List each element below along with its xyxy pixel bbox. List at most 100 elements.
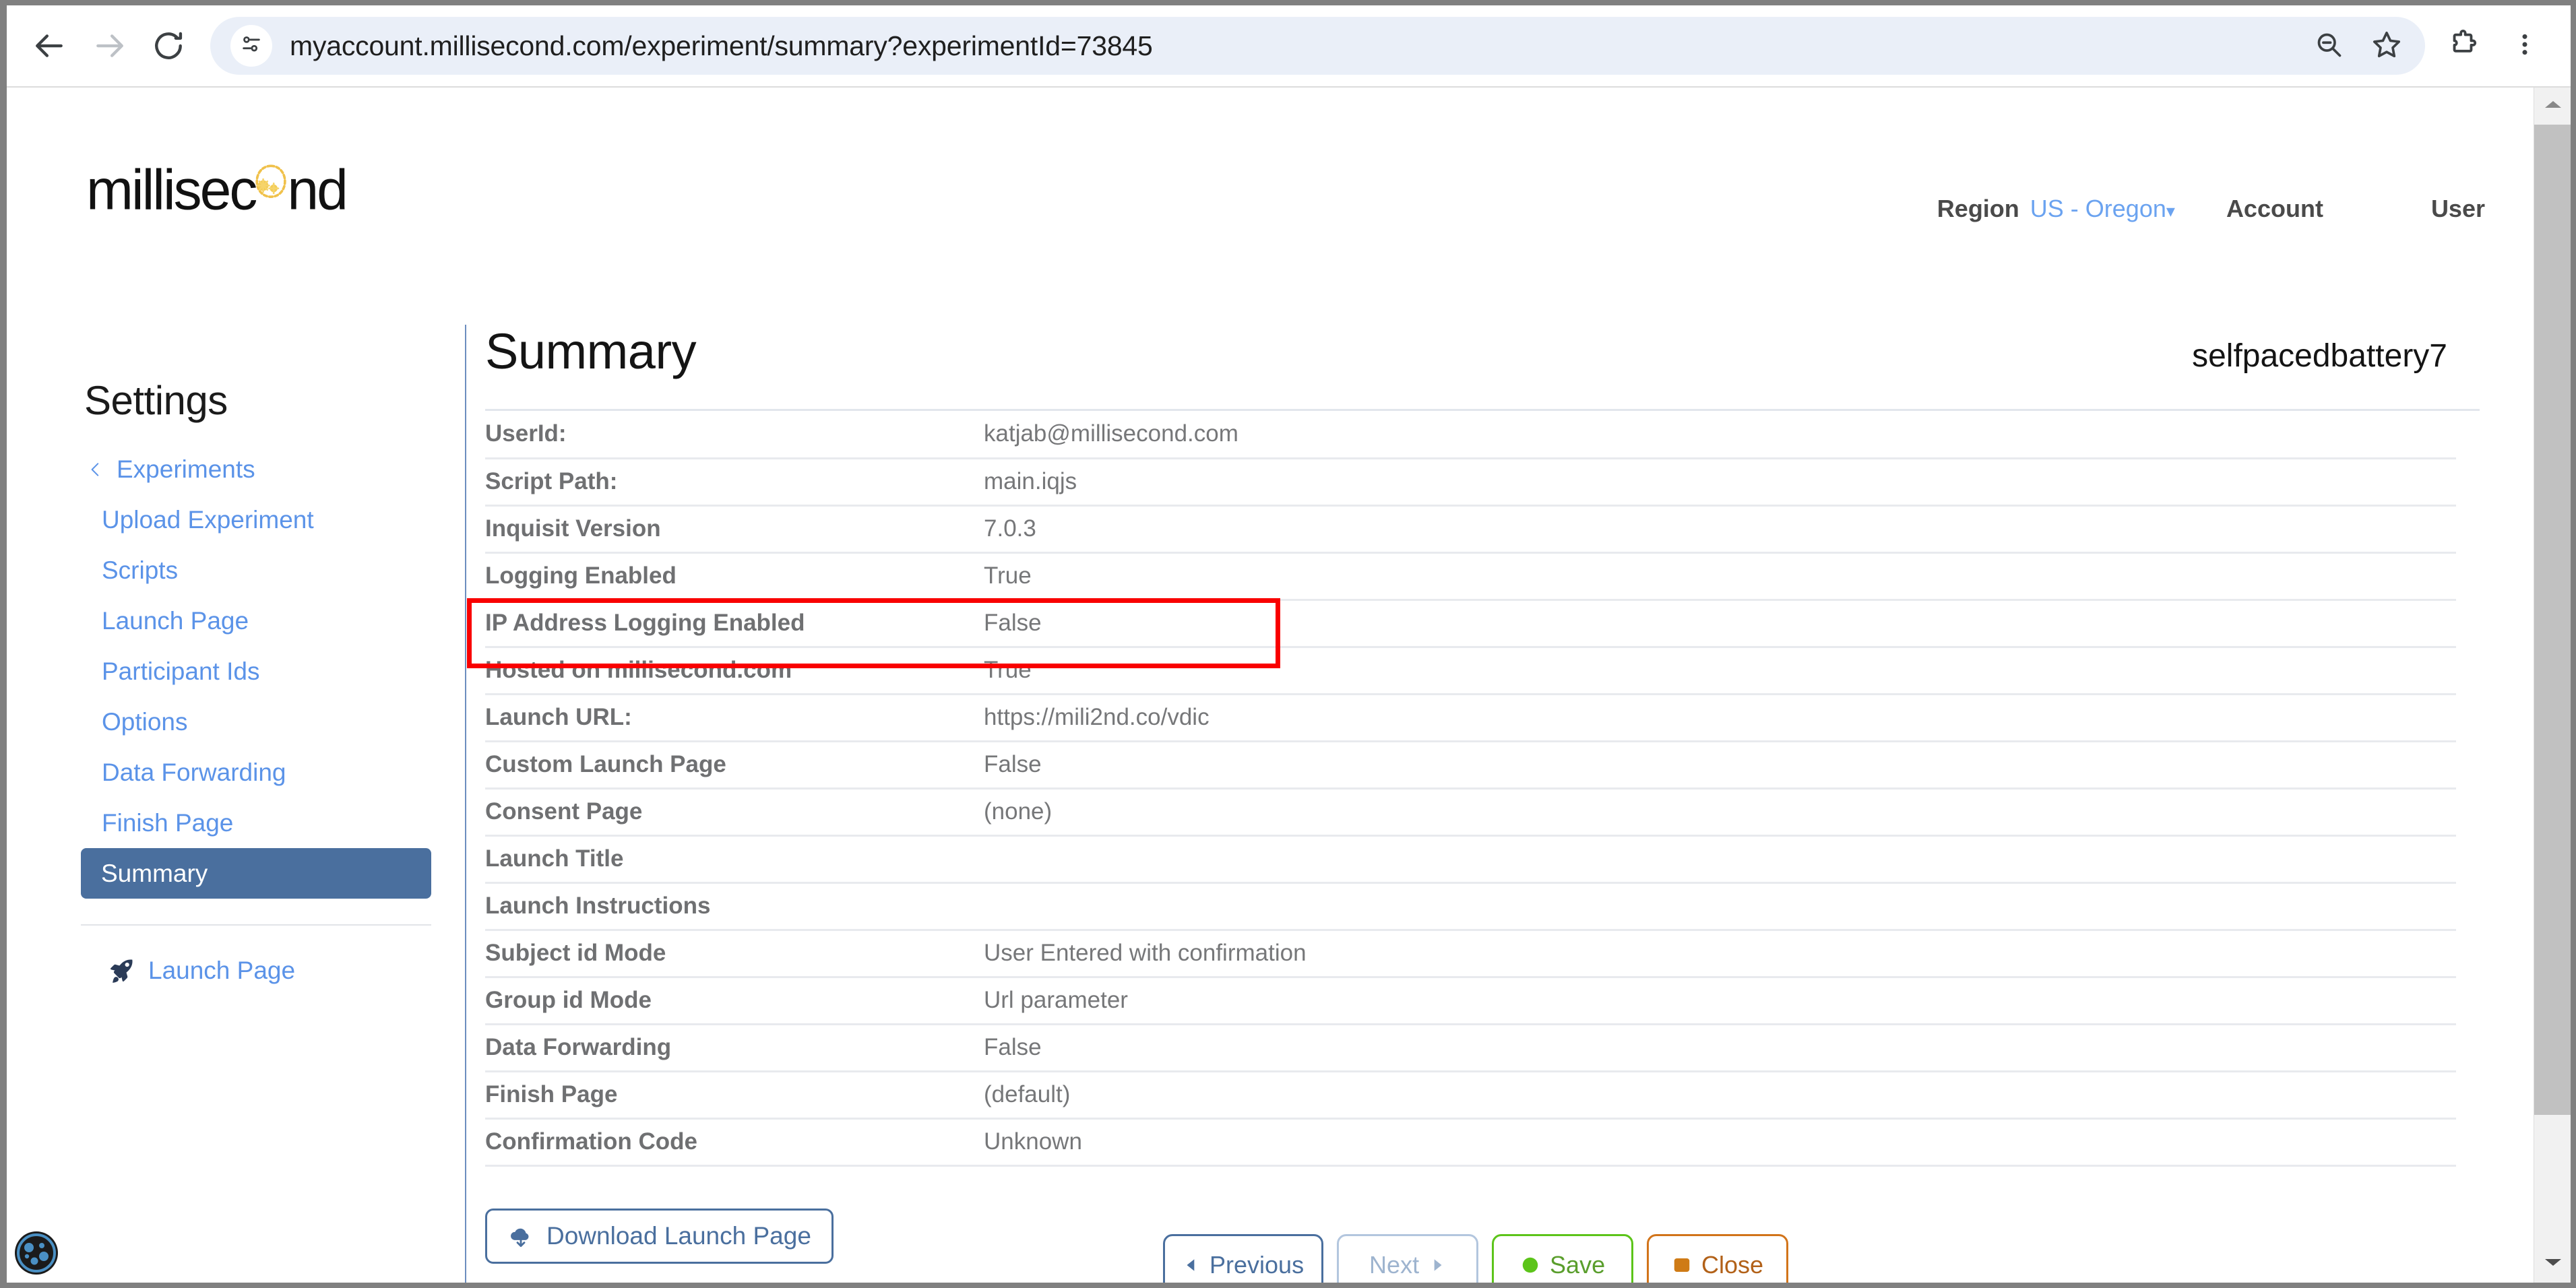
chevron-right-icon (1428, 1256, 1446, 1274)
site-settings-button[interactable] (230, 25, 272, 67)
row-key: Script Path: (485, 458, 984, 507)
settings-sidebar: Settings Experiments Upload Experiment S… (7, 377, 451, 986)
site-header: millisecond Region US - Oregon▾ Account … (7, 88, 2534, 223)
row-key: Launch URL: (485, 694, 984, 742)
sidebar-separator (81, 924, 431, 926)
row-value: False (984, 1024, 2456, 1072)
download-launch-page-label: Download Launch Page (546, 1221, 811, 1250)
sidebar-divider (465, 325, 466, 1283)
cookie-consent-button[interactable] (12, 1229, 61, 1277)
row-key: Group id Mode (485, 977, 984, 1025)
row-value: Unknown (984, 1118, 2456, 1167)
page-content: millisecond Region US - Oregon▾ Account … (7, 88, 2534, 1283)
reload-button[interactable] (139, 16, 198, 75)
row-key: UserId: (485, 411, 984, 459)
scroll-up-arrow-icon (2544, 99, 2562, 113)
chevron-left-icon (84, 456, 107, 483)
forward-arrow-icon (92, 29, 126, 63)
next-button-label: Next (1369, 1251, 1420, 1279)
region-label: Region (1937, 195, 2019, 222)
summary-table: UserId: katjab@millisecond.com Script Pat… (485, 411, 2456, 1167)
table-row: Launch Title (485, 835, 2456, 884)
url-text[interactable]: myaccount.millisecond.com/experiment/sum… (290, 30, 1153, 62)
row-key: Confirmation Code (485, 1118, 984, 1167)
page-title: Summary (485, 323, 697, 379)
sunburst-icon (255, 164, 287, 199)
account-menu[interactable]: Account (2226, 195, 2323, 223)
scroll-up-button[interactable] (2534, 88, 2571, 125)
region-dropdown[interactable]: US - Oregon▾ (2030, 195, 2175, 223)
row-value: False (984, 741, 2456, 790)
save-disk-icon (1520, 1255, 1540, 1275)
row-value: katjab@millisecond.com (984, 411, 2456, 459)
main-header: Summary selfpacedbattery7 (485, 327, 2480, 411)
row-key: Data Forwarding (485, 1024, 984, 1072)
close-button[interactable]: Close (1647, 1234, 1789, 1283)
launch-page-shortcut[interactable]: Launch Page (106, 956, 451, 986)
chevron-down-icon: ▾ (2166, 201, 2175, 221)
three-dot-menu-icon (2511, 31, 2538, 61)
user-menu[interactable]: User (2431, 195, 2485, 223)
sidebar-item-upload-experiment[interactable]: Upload Experiment (84, 494, 428, 545)
vertical-scrollbar[interactable] (2534, 88, 2571, 1283)
site-settings-icon (240, 33, 263, 59)
row-value-launch-url: https://mili2nd.co/vdic (984, 694, 2456, 742)
row-value: (none) (984, 788, 2456, 837)
browser-menu-button[interactable] (2494, 15, 2556, 77)
sidebar-item-data-forwarding[interactable]: Data Forwarding (84, 747, 428, 798)
table-row-launch-url: Launch URL: https://mili2nd.co/vdic (485, 694, 2456, 742)
sidebar-item-options[interactable]: Options (84, 697, 428, 747)
table-row: Inquisit Version 7.0.3 (485, 505, 2456, 554)
sidebar-item-label: Experiments (117, 455, 255, 483)
extensions-button[interactable] (2432, 15, 2494, 77)
row-key: Subject id Mode (485, 930, 984, 978)
row-value (984, 835, 2456, 884)
previous-button[interactable]: Previous (1163, 1234, 1324, 1283)
download-launch-page-button[interactable]: Download Launch Page (485, 1208, 834, 1264)
row-key: Custom Launch Page (485, 741, 984, 790)
scrollbar-thumb[interactable] (2534, 125, 2571, 1115)
table-row: IP Address Logging Enabled False (485, 600, 2456, 648)
cloud-download-icon (507, 1223, 534, 1250)
summary-table-wrapper: UserId: katjab@millisecond.com Script Pat… (467, 411, 2480, 1167)
row-value: False (984, 600, 2456, 648)
row-value: User Entered with confirmation (984, 930, 2456, 978)
experiment-name: selfpacedbattery7 (2192, 338, 2447, 374)
back-arrow-icon (33, 29, 67, 63)
logo-sunburst-o: o (255, 158, 287, 223)
zoom-out-button[interactable] (2300, 17, 2358, 75)
row-key: Consent Page (485, 788, 984, 837)
table-row: Consent Page (none) (485, 788, 2456, 837)
row-value: main.iqjs (984, 458, 2456, 507)
table-row: Hosted on millisecond.com True (485, 647, 2456, 695)
sidebar-item-participant-ids[interactable]: Participant Ids (84, 646, 428, 697)
bookmark-button[interactable] (2358, 17, 2416, 75)
launch-page-shortcut-label: Launch Page (148, 957, 296, 984)
table-row: Confirmation Code Unknown (485, 1118, 2456, 1167)
row-key: Logging Enabled (485, 552, 984, 601)
table-row: Subject id Mode User Entered with confirm… (485, 930, 2456, 978)
sidebar-item-finish-page[interactable]: Finish Page (84, 798, 428, 848)
row-value: 7.0.3 (984, 505, 2456, 554)
millisecond-logo[interactable]: millisecond (86, 158, 348, 223)
previous-button-label: Previous (1210, 1251, 1305, 1279)
sidebar-item-launch-page[interactable]: Launch Page (84, 595, 428, 646)
back-button[interactable] (20, 16, 80, 75)
save-button-label: Save (1550, 1251, 1606, 1279)
sidebar-nav: Experiments Upload Experiment Scripts La… (7, 444, 451, 899)
table-row: Finish Page (default) (485, 1071, 2456, 1120)
sidebar-item-scripts[interactable]: Scripts (84, 545, 428, 595)
logo-text-before: millisec (86, 158, 257, 222)
save-button[interactable]: Save (1492, 1234, 1634, 1283)
row-value: (default) (984, 1071, 2456, 1120)
address-bar[interactable]: myaccount.millisecond.com/experiment/sum… (210, 17, 2425, 75)
sidebar-item-summary[interactable]: Summary (81, 848, 431, 899)
table-row: Group id Mode Url parameter (485, 977, 2456, 1025)
scroll-down-button[interactable] (2534, 1246, 2571, 1283)
forward-button[interactable] (80, 16, 139, 75)
row-key: Launch Instructions (485, 882, 984, 931)
next-button[interactable]: Next (1337, 1234, 1479, 1283)
sidebar-item-experiments[interactable]: Experiments (84, 444, 428, 494)
page-viewport: millisecond Region US - Oregon▾ Account … (7, 88, 2571, 1283)
reload-icon (152, 29, 185, 63)
